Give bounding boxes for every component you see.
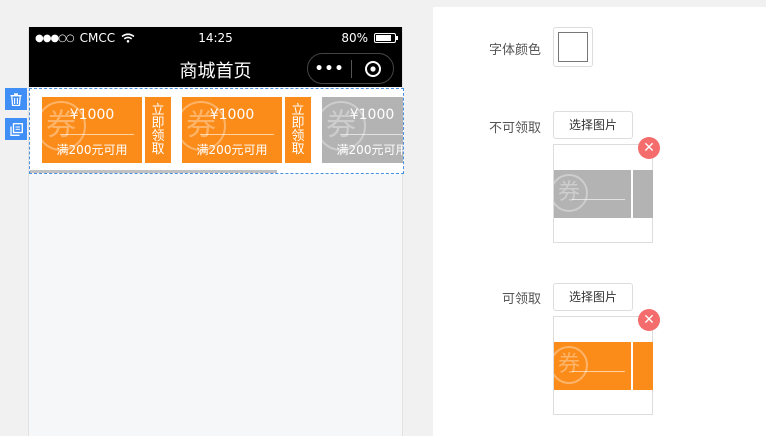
status-bar: ●●●○○ CMCC 14:25 80%: [29, 27, 402, 49]
trash-icon: [10, 92, 22, 106]
claimable-label: 可领取: [501, 292, 541, 307]
coupon-main: 券 ¥1000 满200元可用: [182, 97, 282, 163]
coupon-card[interactable]: 券 ¥1000 满200元可用: [322, 97, 404, 163]
copy-component-button[interactable]: [5, 118, 27, 140]
coupon-stamp-icon: 券: [554, 346, 588, 384]
font-color-swatch: [558, 32, 588, 62]
more-icon[interactable]: •••: [308, 61, 351, 77]
preview-coupon-side: [633, 170, 653, 218]
claimable-image-preview: 券: [553, 316, 653, 415]
remove-image-button[interactable]: ✕: [638, 309, 660, 331]
coupon-condition: 满200元可用: [56, 143, 128, 157]
coupon-divider: [60, 134, 134, 135]
coupon-condition: 满200元可用: [196, 143, 268, 157]
coupon-amount: ¥1000: [209, 107, 255, 123]
select-image-button[interactable]: 选择图片: [553, 111, 633, 139]
claim-now-button[interactable]: 立 即 领 取: [285, 97, 311, 163]
delete-component-button[interactable]: [5, 88, 27, 110]
coupon-main: 券 ¥1000 满200元可用: [42, 97, 142, 163]
coupon-stamp-icon: 券: [554, 174, 588, 212]
claim-now-button[interactable]: 立 即 领 取: [145, 97, 171, 163]
settings-panel: 字体颜色 不可领取 选择图片 券 ✕ 可领取 选择图片 券 ✕: [433, 7, 766, 436]
close-target-icon[interactable]: [352, 60, 393, 78]
font-color-label: 字体颜色: [488, 43, 541, 58]
not-claimable-image-preview: 券: [553, 144, 653, 243]
not-claimable-label: 不可领取: [488, 121, 541, 136]
preview-coupon-side: [633, 342, 653, 390]
coupon-divider: [340, 134, 403, 135]
coupon-amount: ¥1000: [69, 107, 115, 123]
copy-icon: [9, 122, 23, 136]
coupon-main: 券 ¥1000 满200元可用: [322, 97, 404, 163]
coupon-component[interactable]: 券 ¥1000 满200元可用 立 即 领 取 券 ¥1000 满200元可用 …: [29, 88, 404, 174]
coupon-card[interactable]: 券 ¥1000 满200元可用 立 即 领 取: [182, 97, 311, 163]
nav-bar: 商城首页 •••: [29, 49, 402, 87]
battery-percent: 80%: [341, 31, 368, 45]
coupon-condition: 满200元可用: [336, 143, 404, 157]
preview-coupon-main: 券: [554, 170, 631, 218]
preview-coupon-main: 券: [554, 342, 631, 390]
coupon-card[interactable]: 券 ¥1000 满200元可用 立 即 领 取: [42, 97, 171, 163]
font-color-picker[interactable]: [553, 27, 593, 67]
remove-image-button[interactable]: ✕: [638, 137, 660, 159]
phone-preview: ●●●○○ CMCC 14:25 80% 商城首页 ••• 券 ¥1000 满2…: [28, 27, 404, 436]
battery-icon: [374, 33, 398, 43]
select-image-button[interactable]: 选择图片: [553, 283, 633, 311]
coupon-divider: [200, 134, 274, 135]
mini-program-capsule[interactable]: •••: [307, 53, 394, 84]
horizontal-scrollbar[interactable]: [30, 170, 277, 173]
coupon-amount: ¥1000: [349, 107, 395, 123]
